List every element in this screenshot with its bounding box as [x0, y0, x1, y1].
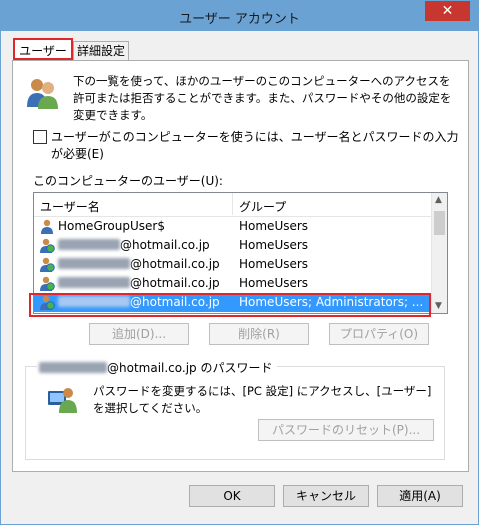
properties-button[interactable]: プロパティ(O)	[329, 323, 429, 345]
column-divider[interactable]	[232, 193, 233, 215]
add-button[interactable]: 追加(D)...	[89, 323, 189, 345]
user-name: @hotmail.co.jp	[130, 257, 220, 271]
remove-button[interactable]: 削除(R)	[209, 323, 309, 345]
user-name: HomeGroupUser$	[58, 219, 165, 233]
user-group: HomeUsers; Administrators; ...	[239, 295, 424, 309]
reset-password-button[interactable]: パスワードのリセット(P)...	[258, 419, 434, 441]
users-list-label: このコンピューターのユーザー(U):	[33, 174, 223, 188]
redacted-name	[39, 362, 107, 373]
column-header-username[interactable]: ユーザー名	[40, 198, 100, 215]
scroll-down-arrow-icon[interactable]: ▼	[435, 301, 442, 311]
scrollbar-thumb[interactable]	[434, 211, 445, 235]
require-login-label[interactable]: ユーザーがこのコンピューターを使うには、ユーザー名とパスワードの入力が必要(E)	[51, 128, 468, 162]
user-name: @hotmail.co.jp	[130, 295, 220, 309]
scroll-up-arrow-icon[interactable]: ▲	[435, 195, 442, 205]
table-row[interactable]: @hotmail.co.jp HomeUsers	[34, 255, 432, 274]
window-title: ユーザー アカウント	[179, 12, 300, 27]
user-name: @hotmail.co.jp	[120, 238, 210, 252]
ok-button[interactable]: OK	[189, 485, 275, 507]
table-row[interactable]: HomeGroupUser$ HomeUsers	[34, 217, 432, 236]
require-login-checkbox[interactable]	[33, 130, 47, 144]
user-globe-icon	[40, 295, 55, 310]
user-group: HomeUsers	[239, 276, 309, 290]
tab-users[interactable]: ユーザー	[13, 38, 73, 60]
redacted-name	[58, 258, 130, 269]
user-globe-icon	[40, 238, 55, 253]
list-scrollbar[interactable]: ▲ ▼	[431, 193, 447, 313]
user-name: @hotmail.co.jp	[130, 276, 220, 290]
password-instructions: パスワードを変更するには、[PC 設定] にアクセスし、[ユーザー] を選択して…	[93, 384, 432, 415]
users-icon	[27, 79, 58, 109]
user-icon	[41, 219, 53, 234]
column-header-group[interactable]: グループ	[239, 198, 286, 215]
redacted-name	[58, 277, 130, 288]
user-accounts-window: ユーザー アカウント ✕ ユーザー 詳細設定 下の一覧を使って、ほかのユーザーの…	[0, 0, 479, 525]
users-list[interactable]: ユーザー名 グループ HomeGroupUser$ HomeUsers @hot…	[33, 192, 448, 314]
table-row-selected[interactable]: @hotmail.co.jp HomeUsers; Administrators…	[34, 293, 432, 312]
table-row[interactable]: @hotmail.co.jp HomeUsers	[34, 236, 432, 255]
redacted-name	[58, 239, 120, 250]
description-text: 下の一覧を使って、ほかのユーザーのこのコンピューターへのアクセスを許可または拒否…	[73, 74, 452, 122]
user-globe-icon	[40, 276, 55, 291]
list-header: ユーザー名 グループ	[34, 193, 432, 217]
close-button[interactable]: ✕	[425, 1, 470, 21]
user-group: HomeUsers	[239, 257, 309, 271]
redacted-name	[58, 296, 130, 307]
user-globe-icon	[40, 257, 55, 272]
table-row[interactable]: @hotmail.co.jp HomeUsers	[34, 274, 432, 293]
tab-advanced[interactable]: 詳細設定	[73, 41, 129, 60]
cancel-button[interactable]: キャンセル	[283, 485, 369, 507]
user-password-icon	[48, 388, 77, 413]
user-group: HomeUsers	[239, 238, 309, 252]
user-group: HomeUsers	[239, 219, 309, 233]
password-group-title: @hotmail.co.jp のパスワード	[37, 359, 277, 376]
apply-button[interactable]: 適用(A)	[377, 485, 463, 507]
title-bar[interactable]: ユーザー アカウント ✕	[1, 1, 478, 31]
